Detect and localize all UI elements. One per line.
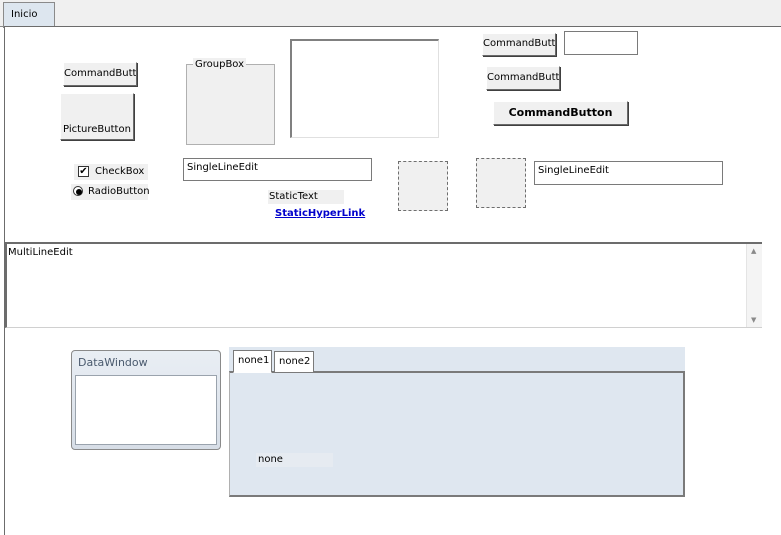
radio-dot-icon[interactable] (73, 186, 83, 196)
multi-line-edit-text: MultiLineEdit (8, 247, 73, 258)
groupbox-label: GroupBox (193, 58, 247, 72)
command-button-bold[interactable]: CommandButton (493, 101, 628, 125)
groupbox (186, 64, 275, 145)
dashed-placeholder-1 (398, 161, 448, 211)
picture-button[interactable]: PictureButton (60, 93, 134, 140)
single-line-edit-1[interactable]: SingleLineEdit (183, 158, 372, 181)
dashed-placeholder-2 (476, 158, 526, 208)
tab-none2[interactable]: none2 (274, 351, 314, 372)
scroll-up-arrow-icon[interactable]: ▲ (751, 247, 756, 255)
radio-label: RadioButton (88, 186, 150, 197)
checkbox-label: CheckBox (95, 166, 145, 177)
datawindow-title: DataWindow (78, 356, 148, 369)
tab-control-page (229, 371, 685, 497)
datawindow[interactable]: DataWindow (71, 350, 221, 450)
datawindow-body[interactable] (75, 375, 217, 445)
top-tab-strip (0, 0, 781, 27)
vertical-scrollbar[interactable]: ▲ ▼ (746, 244, 762, 327)
tab-content-label: none (256, 453, 333, 467)
tab-none1[interactable]: none1 (233, 350, 272, 373)
static-text: StaticText (268, 190, 344, 204)
checkbox-row[interactable]: ✔ CheckBox (74, 164, 148, 180)
scroll-down-arrow-icon[interactable]: ▼ (751, 316, 756, 324)
command-button-top-right[interactable]: CommandButton (482, 33, 556, 56)
listbox[interactable] (290, 39, 439, 138)
small-edit-field[interactable] (564, 31, 638, 55)
command-button-middle-right[interactable]: CommandButton (486, 66, 560, 90)
check-mark-icon[interactable]: ✔ (78, 166, 89, 177)
tab-inicio[interactable]: Inicio (3, 2, 55, 28)
command-button-left[interactable]: CommandButton (63, 62, 137, 86)
multi-line-edit[interactable]: MultiLineEdit ▲ ▼ (5, 242, 762, 328)
static-hyperlink[interactable]: StaticHyperLink (275, 208, 365, 220)
single-line-edit-2[interactable]: SingleLineEdit (534, 161, 723, 185)
radio-row[interactable]: RadioButton (71, 184, 150, 200)
